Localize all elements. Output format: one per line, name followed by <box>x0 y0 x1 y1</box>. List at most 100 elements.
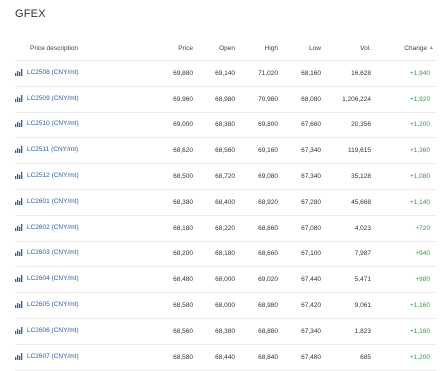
column-header-open[interactable]: Open <box>193 36 235 61</box>
cell-description: LC2509 (CNY/mt) <box>15 86 143 113</box>
bar-chart-icon[interactable] <box>15 197 23 205</box>
column-header-high[interactable]: High <box>235 36 278 61</box>
column-header-change-label: Change <box>404 44 428 52</box>
cell-price: 68,500 <box>143 163 193 190</box>
table-row[interactable]: LC2606 (CNY/mt) 68,560 68,380 68,880 67,340 1… <box>15 318 436 345</box>
contract-link[interactable]: LC2511 (CNY/mt) <box>15 146 78 154</box>
cell-low: 67,340 <box>278 163 321 190</box>
bar-chart-icon[interactable] <box>15 172 23 180</box>
cell-description: LC2604 (CNY/mt) <box>15 266 143 294</box>
table-row[interactable]: LC2607 (CNY/mt) 68,580 68,440 68,840 67,480 6… <box>15 344 436 371</box>
contract-link[interactable]: LC2509 (CNY/mt) <box>15 94 79 102</box>
table-row[interactable]: LC2605 (CNY/mt) 68,580 68,000 68,980 67,420 9… <box>15 292 436 319</box>
column-header-low[interactable]: Low <box>278 36 321 61</box>
cell-vol: 1,823 <box>321 318 371 345</box>
bar-chart-icon[interactable] <box>15 120 23 128</box>
bar-chart-icon[interactable] <box>15 352 23 360</box>
cell-vol: 9,061 <box>321 292 371 319</box>
contract-name[interactable]: LC2605 (CNY/mt) <box>27 301 79 308</box>
contract-name[interactable]: LC2601 (CNY/mt) <box>27 198 79 205</box>
cell-price: 68,200 <box>143 241 193 268</box>
contract-link[interactable]: LC2604 (CNY/mt) <box>15 275 79 283</box>
cell-change: +1,200 <box>371 112 436 139</box>
bar-chart-icon[interactable] <box>15 68 23 76</box>
contract-name[interactable]: LC2604 (CNY/mt) <box>27 275 79 282</box>
bar-chart-icon[interactable] <box>15 301 23 309</box>
bar-chart-icon[interactable] <box>15 275 23 283</box>
table-row[interactable]: LC2512 (CNY/mt) 68,500 68,720 69,080 67,340 3… <box>15 163 436 190</box>
cell-vol: 35,128 <box>321 163 371 190</box>
cell-vol: 685 <box>321 344 371 371</box>
header-row: Price description Price Open High Low Vo… <box>15 36 436 61</box>
bar-chart-icon[interactable] <box>15 326 23 334</box>
column-header-price[interactable]: Price <box>143 36 193 61</box>
cell-change: +1,920 <box>371 86 436 113</box>
bar-chart-icon[interactable] <box>15 249 23 257</box>
contract-name[interactable]: LC2602 (CNY/mt) <box>27 224 79 231</box>
cell-open: 68,180 <box>193 241 235 268</box>
table-row[interactable]: LC2604 (CNY/mt) 68,480 68,000 69,020 67,440 5… <box>15 266 436 294</box>
table-row[interactable]: LC2511 (CNY/mt) 68,620 68,560 69,160 67,340 1… <box>15 137 436 165</box>
contract-link[interactable]: LC2605 (CNY/mt) <box>15 301 79 309</box>
contract-name[interactable]: LC2607 (CNY/mt) <box>27 353 79 360</box>
cell-high: 68,880 <box>235 318 278 345</box>
bar-chart-icon[interactable] <box>15 146 23 154</box>
table-row[interactable]: LC2510 (CNY/mt) 69,000 68,380 69,800 67,660 2… <box>15 112 436 139</box>
contract-link[interactable]: LC2603 (CNY/mt) <box>15 249 79 257</box>
page-title: GFEX <box>15 8 46 20</box>
contract-name[interactable]: LC2606 (CNY/mt) <box>27 327 79 334</box>
contract-name[interactable]: LC2508 (CNY/mt) <box>27 69 79 76</box>
cell-price: 68,620 <box>143 137 193 165</box>
cell-low: 67,340 <box>278 137 321 165</box>
cell-vol: 16,628 <box>321 60 371 87</box>
contract-name[interactable]: LC2511 (CNY/mt) <box>27 146 78 153</box>
cell-price: 68,480 <box>143 266 193 294</box>
cell-price: 69,960 <box>143 86 193 113</box>
cell-low: 67,660 <box>278 112 321 139</box>
table-header: Price description Price Open High Low Vo… <box>15 36 436 61</box>
contract-name[interactable]: LC2509 (CNY/mt) <box>27 95 79 102</box>
cell-vol: 7,987 <box>321 241 371 268</box>
cell-low: 68,080 <box>278 86 321 113</box>
cell-open: 68,380 <box>193 112 235 139</box>
contract-link[interactable]: LC2602 (CNY/mt) <box>15 223 79 231</box>
cell-low: 67,080 <box>278 215 321 242</box>
contract-link[interactable]: LC2607 (CNY/mt) <box>15 352 79 360</box>
cell-price: 68,380 <box>143 189 193 216</box>
cell-high: 69,800 <box>235 112 278 139</box>
cell-change: +980 <box>371 266 436 294</box>
cell-low: 67,480 <box>278 344 321 371</box>
cell-high: 68,980 <box>235 292 278 319</box>
cell-high: 71,020 <box>235 60 278 87</box>
cell-change: +1,160 <box>371 292 436 319</box>
cell-open: 68,220 <box>193 215 235 242</box>
cell-low: 67,280 <box>278 189 321 216</box>
cell-change: +1,140 <box>371 189 436 216</box>
bar-chart-icon[interactable] <box>15 94 23 102</box>
contract-link[interactable]: LC2510 (CNY/mt) <box>15 120 79 128</box>
table-row[interactable]: LC2508 (CNY/mt) 69,880 69,140 71,020 68,160 1… <box>15 60 436 87</box>
contract-link[interactable]: LC2512 (CNY/mt) <box>15 172 79 180</box>
cell-description: LC2607 (CNY/mt) <box>15 344 143 371</box>
cell-description: LC2512 (CNY/mt) <box>15 163 143 190</box>
table-row[interactable]: LC2602 (CNY/mt) 68,180 68,220 68,860 67,080 4… <box>15 215 436 242</box>
table-row[interactable]: LC2603 (CNY/mt) 68,200 68,180 68,660 67,100 7… <box>15 241 436 268</box>
cell-description: LC2508 (CNY/mt) <box>15 60 143 87</box>
table-body: LC2508 (CNY/mt) 69,880 69,140 71,020 68,160 1… <box>15 60 436 371</box>
column-header-description[interactable]: Price description <box>15 36 143 61</box>
table-row[interactable]: LC2509 (CNY/mt) 69,960 68,980 70,980 68,080 1… <box>15 86 436 113</box>
contract-name[interactable]: LC2512 (CNY/mt) <box>27 172 79 179</box>
cell-description: LC2511 (CNY/mt) <box>15 137 143 165</box>
cell-change: +1,080 <box>371 163 436 190</box>
contract-name[interactable]: LC2603 (CNY/mt) <box>27 249 79 256</box>
sort-arrow-icon[interactable]: ▲ <box>429 45 434 51</box>
table-row[interactable]: LC2601 (CNY/mt) 68,380 68,400 68,920 67,280 4… <box>15 189 436 216</box>
contract-link[interactable]: LC2508 (CNY/mt) <box>15 68 79 76</box>
column-header-vol[interactable]: Vol. <box>321 36 371 61</box>
bar-chart-icon[interactable] <box>15 223 23 231</box>
cell-price: 68,560 <box>143 318 193 345</box>
column-header-change[interactable]: Change ▲ <box>371 36 436 61</box>
contract-link[interactable]: LC2601 (CNY/mt) <box>15 197 79 205</box>
contract-name[interactable]: LC2510 (CNY/mt) <box>27 120 79 127</box>
contract-link[interactable]: LC2606 (CNY/mt) <box>15 326 79 334</box>
